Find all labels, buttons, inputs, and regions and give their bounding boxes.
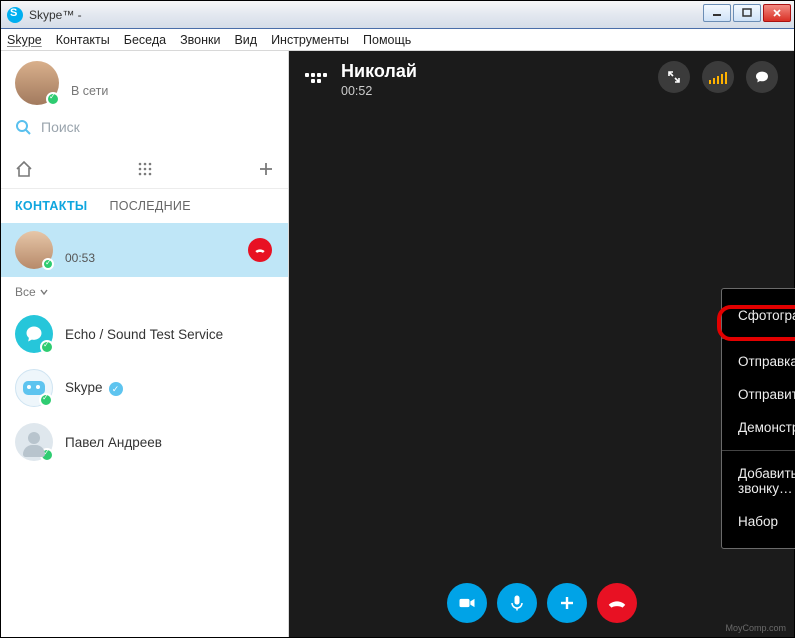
- self-name: [71, 68, 108, 84]
- contact-label: Павел Андреев: [65, 435, 162, 450]
- menu-item-add-people[interactable]: Добавить участников к этому звонку…: [722, 457, 795, 505]
- call-quality-button[interactable]: [702, 61, 734, 93]
- new-conversation-button[interactable]: [244, 161, 274, 177]
- menu-item-snapshot[interactable]: Сфотографировать…: [722, 299, 795, 332]
- menu-contacts[interactable]: Контакты: [56, 33, 110, 47]
- search-icon: [15, 119, 31, 135]
- contact-skype[interactable]: Skype: [1, 361, 288, 415]
- hangup-icon: [606, 592, 628, 614]
- sidebar-tabs: КОНТАКТЫ ПОСЛЕДНИЕ: [1, 189, 288, 223]
- menu-item-send-files[interactable]: Отправка файлов…: [722, 345, 795, 378]
- menu-item-share-screen[interactable]: Демонстрация экрана…: [722, 411, 795, 444]
- hangup-mini-button[interactable]: [248, 238, 272, 262]
- self-status: В сети: [71, 84, 108, 98]
- window-minimize-button[interactable]: [703, 4, 731, 22]
- home-button[interactable]: [15, 160, 45, 178]
- fullscreen-button[interactable]: [658, 61, 690, 93]
- home-icon: [15, 160, 33, 178]
- microphone-button[interactable]: [497, 583, 537, 623]
- window-close-button[interactable]: [763, 4, 791, 22]
- filter-label: Все: [15, 285, 36, 299]
- echo-avatar-icon: [15, 315, 53, 353]
- search-input[interactable]: Поиск: [1, 111, 288, 149]
- contact-label: Echo / Sound Test Service: [65, 327, 223, 342]
- call-contact-name: Николай: [341, 61, 417, 82]
- conversation-list-button[interactable]: [305, 67, 327, 89]
- main-area: В сети Поиск КОНТАКТЫ ПО: [1, 51, 794, 637]
- presence-online-icon: [46, 92, 60, 106]
- tab-contacts[interactable]: КОНТАКТЫ: [15, 199, 87, 213]
- tab-recent[interactable]: ПОСЛЕДНИЕ: [109, 199, 190, 213]
- contact-label: Skype: [65, 380, 123, 397]
- plus-icon: [557, 593, 577, 613]
- self-avatar: [15, 61, 59, 105]
- view-switch-bar: [1, 149, 288, 189]
- watermark: MoyComp.com: [725, 623, 786, 633]
- call-duration: 00:53: [65, 251, 95, 265]
- sidebar: В сети Поиск КОНТАКТЫ ПО: [1, 51, 289, 637]
- chevron-down-icon: [40, 288, 48, 296]
- chat-button[interactable]: [746, 61, 778, 93]
- video-icon: [457, 593, 477, 613]
- menu-calls[interactable]: Звонки: [180, 33, 220, 47]
- call-controls: [289, 583, 794, 623]
- menu-tools[interactable]: Инструменты: [271, 33, 349, 47]
- skype-bot-avatar-icon: [15, 369, 53, 407]
- dialpad-button[interactable]: [45, 162, 244, 176]
- presence-online-icon: [40, 340, 54, 354]
- menu-skype[interactable]: Skype: [7, 33, 42, 47]
- window-title: Skype™ -: [29, 8, 82, 22]
- menu-conversation[interactable]: Беседа: [124, 33, 166, 47]
- plus-button[interactable]: [547, 583, 587, 623]
- dialpad-icon: [138, 162, 152, 176]
- contact-avatar: [15, 231, 53, 269]
- fullscreen-icon: [667, 70, 681, 84]
- window-maximize-button[interactable]: [733, 4, 761, 22]
- video-button[interactable]: [447, 583, 487, 623]
- presence-online-icon: [40, 448, 54, 462]
- menubar: Skype Контакты Беседа Звонки Вид Инструм…: [1, 29, 794, 51]
- contact-echo[interactable]: Echo / Sound Test Service: [1, 307, 288, 361]
- chat-icon: [754, 69, 770, 85]
- menu-view[interactable]: Вид: [234, 33, 257, 47]
- plus-icon: [258, 161, 274, 177]
- presence-online-icon: [39, 393, 53, 407]
- signal-icon: [709, 70, 727, 84]
- contact-name: [65, 236, 95, 251]
- menu-help[interactable]: Помощь: [363, 33, 411, 47]
- self-profile[interactable]: В сети: [1, 51, 288, 111]
- active-call-row[interactable]: 00:53: [1, 223, 288, 277]
- plus-menu-popup: Сфотографировать… Отправка файлов… Отпра…: [721, 288, 795, 549]
- call-timer: 00:52: [341, 84, 417, 98]
- call-header: Николай 00:52: [289, 51, 794, 108]
- search-placeholder: Поиск: [41, 119, 80, 135]
- presence-online-icon: [42, 258, 54, 270]
- hangup-icon: [253, 243, 267, 257]
- verified-badge-icon: [109, 382, 123, 396]
- contact-pavel[interactable]: Павел Андреев: [1, 415, 288, 469]
- contacts-filter[interactable]: Все: [1, 277, 288, 307]
- menu-divider: [722, 338, 795, 339]
- menu-item-dialpad[interactable]: Набор: [722, 505, 795, 538]
- menu-divider: [722, 450, 795, 451]
- microphone-icon: [507, 593, 527, 613]
- window-titlebar: Skype™ -: [1, 1, 794, 29]
- skype-logo-icon: [7, 7, 23, 23]
- call-panel: Николай 00:52 Сфотографировать… Отправка…: [289, 51, 794, 637]
- menu-item-send-contacts[interactable]: Отправить контакты…: [722, 378, 795, 411]
- contact-avatar-placeholder: [15, 423, 53, 461]
- hangup-button[interactable]: [597, 583, 637, 623]
